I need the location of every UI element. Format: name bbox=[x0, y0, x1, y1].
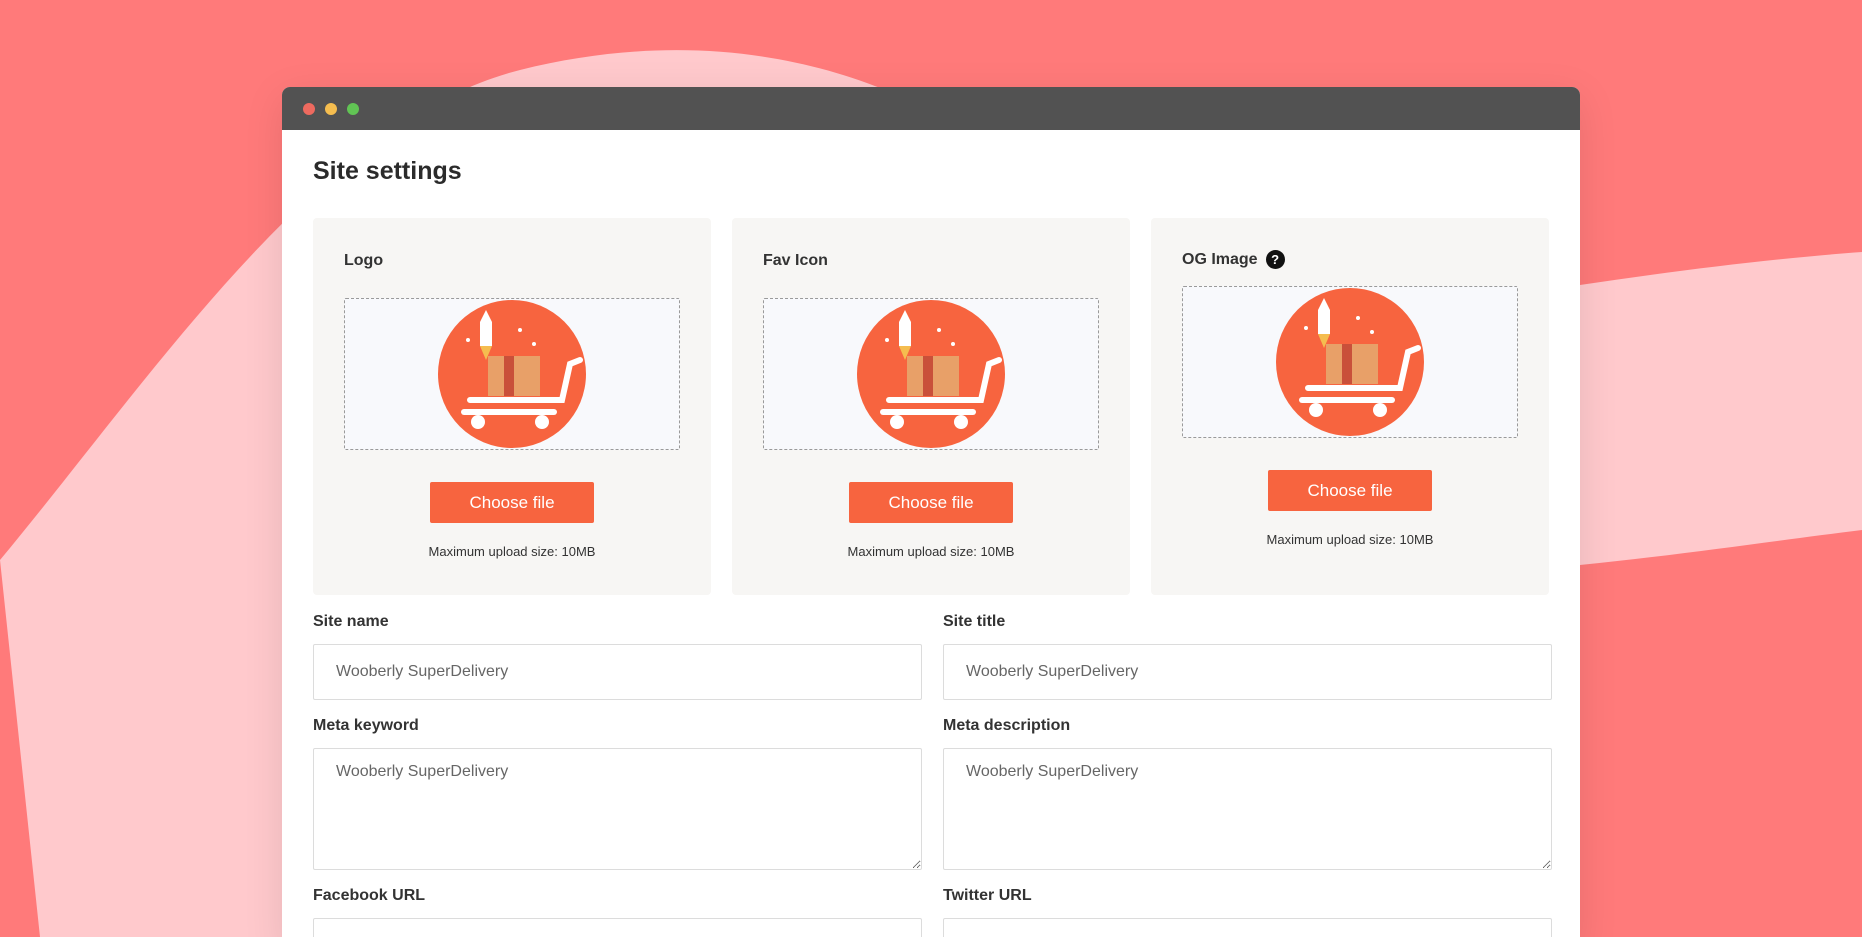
logo-label: Logo bbox=[344, 252, 383, 270]
site-name-label: Site name bbox=[313, 613, 389, 630]
window-close-button[interactable] bbox=[303, 102, 315, 115]
page-title: Site settings bbox=[313, 157, 462, 185]
og-image-choose-file-button[interactable]: Choose file bbox=[1268, 470, 1432, 511]
favicon-upload-card: Fav Icon Choose file Maximum upload size… bbox=[732, 218, 1130, 595]
form-row-names: Site name Site title bbox=[313, 612, 1552, 700]
twitter-url-field: Twitter URL bbox=[943, 886, 1552, 937]
meta-keyword-label: Meta keyword bbox=[313, 717, 419, 734]
twitter-url-input[interactable] bbox=[943, 918, 1552, 937]
delivery-cart-logo-icon bbox=[438, 300, 586, 448]
favicon-label-text: Fav Icon bbox=[763, 252, 828, 269]
meta-description-field: Meta description Wooberly SuperDelivery bbox=[943, 716, 1552, 870]
meta-keyword-textarea[interactable]: Wooberly SuperDelivery bbox=[313, 748, 922, 870]
og-image-label: OG Image ? bbox=[1182, 250, 1285, 269]
window-titlebar bbox=[282, 87, 1580, 130]
favicon-label: Fav Icon bbox=[763, 252, 828, 270]
delivery-cart-logo-icon bbox=[1276, 288, 1424, 436]
site-title-field: Site title bbox=[943, 612, 1552, 700]
logo-upload-note: Maximum upload size: 10MB bbox=[428, 544, 596, 559]
meta-description-textarea[interactable]: Wooberly SuperDelivery bbox=[943, 748, 1552, 870]
facebook-url-field: Facebook URL bbox=[313, 886, 922, 937]
favicon-dropzone[interactable] bbox=[763, 298, 1099, 450]
browser-window: Site settings Logo Choose file Maximum u… bbox=[282, 87, 1580, 937]
form-row-social: Facebook URL Twitter URL bbox=[313, 886, 1552, 937]
logo-choose-file-button[interactable]: Choose file bbox=[430, 482, 594, 523]
og-image-label-text: OG Image bbox=[1182, 250, 1258, 268]
facebook-url-input[interactable] bbox=[313, 918, 922, 937]
favicon-upload-note: Maximum upload size: 10MB bbox=[847, 544, 1015, 559]
site-title-input[interactable] bbox=[943, 644, 1552, 700]
window-maximize-button[interactable] bbox=[347, 102, 359, 115]
help-icon[interactable]: ? bbox=[1265, 250, 1285, 269]
site-title-label: Site title bbox=[943, 613, 1006, 630]
settings-content: Site settings Logo Choose file Maximum u… bbox=[282, 156, 1580, 937]
logo-upload-card: Logo Choose file Maximum upload size: 10… bbox=[313, 218, 711, 595]
delivery-cart-logo-icon bbox=[857, 300, 1005, 448]
facebook-url-label: Facebook URL bbox=[313, 887, 426, 904]
meta-description-label: Meta description bbox=[943, 717, 1071, 734]
upload-cards: Logo Choose file Maximum upload size: 10… bbox=[313, 218, 1549, 595]
og-image-upload-card: OG Image ? Choose file Maximum upload si… bbox=[1151, 218, 1549, 595]
form-row-meta: Meta keyword Wooberly SuperDelivery Meta… bbox=[313, 716, 1552, 870]
site-name-field: Site name bbox=[313, 612, 922, 700]
site-name-input[interactable] bbox=[313, 644, 922, 700]
favicon-choose-file-button[interactable]: Choose file bbox=[849, 482, 1013, 523]
meta-keyword-field: Meta keyword Wooberly SuperDelivery bbox=[313, 716, 922, 870]
window-minimize-button[interactable] bbox=[325, 102, 337, 115]
og-image-dropzone[interactable] bbox=[1182, 286, 1518, 438]
og-image-upload-note: Maximum upload size: 10MB bbox=[1266, 532, 1434, 547]
logo-label-text: Logo bbox=[344, 252, 384, 269]
twitter-url-label: Twitter URL bbox=[943, 887, 1032, 904]
logo-dropzone[interactable] bbox=[344, 298, 680, 450]
